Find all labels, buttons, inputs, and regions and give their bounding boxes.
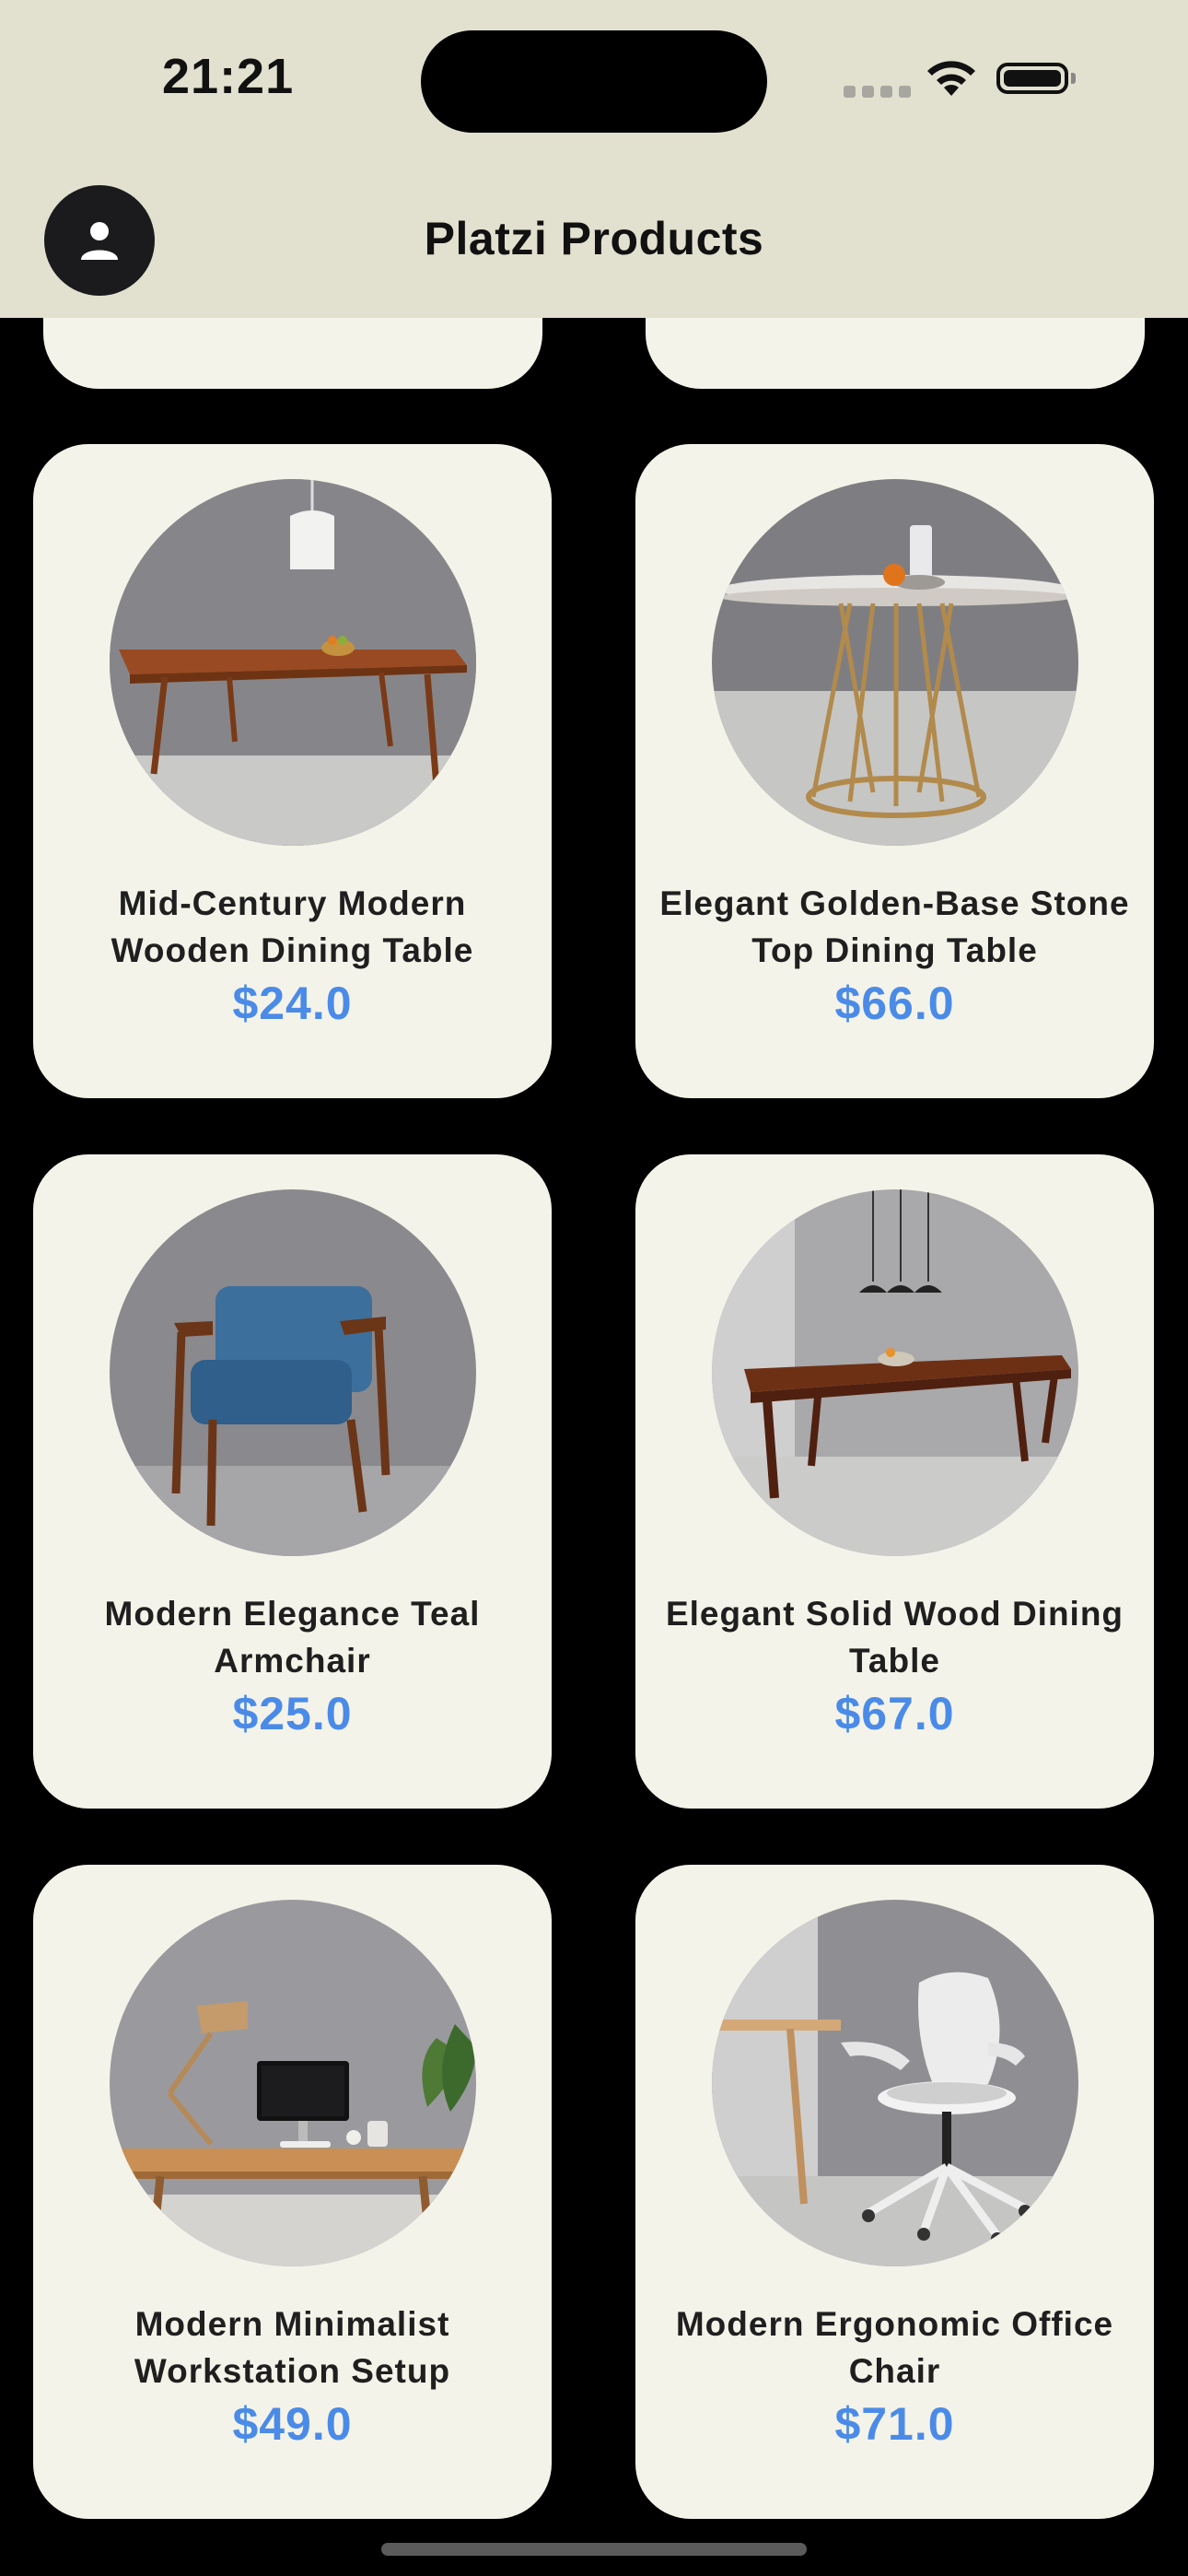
app-screen: 21:21 Platzi Products Mid-Century Modern… (0, 0, 1188, 2576)
product-price: $71.0 (834, 2398, 955, 2450)
wifi-icon (927, 61, 975, 96)
page-title: Platzi Products (424, 213, 764, 264)
product-image (110, 1189, 476, 1556)
product-image (110, 479, 476, 846)
product-name: Modern Minimalist Workstation Setup (134, 2305, 451, 2390)
product-price: $49.0 (232, 2398, 353, 2450)
product-price: $66.0 (834, 978, 955, 1029)
product-card[interactable]: Modern Elegance Teal Armchair $25.0 (33, 1154, 552, 1809)
product-card[interactable]: Mid-Century Modern Wooden Dining Table $… (33, 444, 552, 1098)
status-time: 21:21 (162, 49, 295, 104)
product-image (712, 1189, 1078, 1556)
status-icons (840, 55, 1089, 101)
product-name: Modern Ergonomic Office Chair (675, 2305, 1114, 2390)
product-name: Elegant Solid Wood Dining Table (665, 1595, 1124, 1680)
product-name: Mid-Century Modern Wooden Dining Table (111, 884, 474, 969)
product-price: $25.0 (232, 1688, 353, 1739)
battery-tip (1071, 73, 1076, 84)
battery-icon (996, 63, 1068, 94)
cellular-signal-icon (844, 86, 911, 98)
product-price: $24.0 (232, 978, 353, 1029)
product-card[interactable]: Elegant Golden-Base Stone Top Dining Tab… (635, 444, 1154, 1098)
top-app-bar: 21:21 Platzi Products (0, 0, 1188, 318)
product-card[interactable]: Elegant Solid Wood Dining Table $67.0 (635, 1154, 1154, 1809)
product-image (110, 1900, 476, 2266)
product-card[interactable]: Modern Ergonomic Office Chair $71.0 (635, 1865, 1154, 2519)
product-name: Modern Elegance Teal Armchair (104, 1595, 481, 1680)
product-image (712, 479, 1078, 846)
product-price: $67.0 (834, 1688, 955, 1739)
product-card[interactable]: Modern Minimalist Workstation Setup $49.… (33, 1865, 552, 2519)
product-name: Elegant Golden-Base Stone Top Dining Tab… (659, 884, 1130, 969)
home-indicator (381, 2543, 807, 2556)
product-image (712, 1900, 1078, 2266)
dynamic-island (421, 30, 767, 133)
